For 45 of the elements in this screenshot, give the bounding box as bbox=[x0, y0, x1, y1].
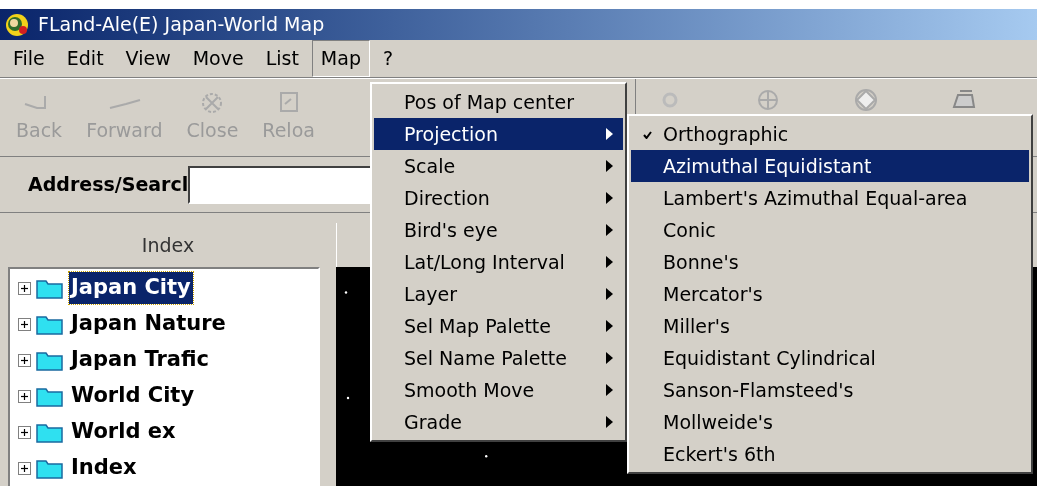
tree-item[interactable]: World City bbox=[69, 380, 197, 412]
menu-item[interactable]: File bbox=[4, 40, 54, 77]
panel-header: Index bbox=[140, 232, 196, 258]
menu-item[interactable]: Map bbox=[311, 40, 370, 77]
menu-item[interactable]: Pos of Map center bbox=[374, 86, 623, 118]
menu-item[interactable]: Direction bbox=[374, 182, 623, 214]
menu-item[interactable]: Equidistant Cylindrical bbox=[631, 342, 1029, 374]
menu-item[interactable]: Lat/Long Interval bbox=[374, 246, 623, 278]
menu-item[interactable]: Move bbox=[183, 40, 253, 77]
tree-item[interactable]: World ex bbox=[69, 416, 178, 448]
menu-item[interactable]: View bbox=[116, 40, 180, 77]
app-icon bbox=[4, 12, 30, 37]
menu-item[interactable]: Bird's eye bbox=[374, 214, 623, 246]
menu-item[interactable]: Edit bbox=[57, 40, 113, 77]
menu-item[interactable]: List bbox=[256, 40, 308, 77]
menu-item[interactable]: Miller's bbox=[631, 310, 1029, 342]
tree-item[interactable]: Japan Nature bbox=[69, 308, 228, 340]
menu-item[interactable]: Orthographic bbox=[631, 118, 1029, 150]
menu-item[interactable]: Mollweide's bbox=[631, 406, 1029, 438]
expand-toggle-icon[interactable] bbox=[18, 317, 31, 331]
menu-item[interactable]: Projection bbox=[374, 118, 623, 150]
expand-toggle-icon[interactable] bbox=[18, 281, 31, 295]
menu-item[interactable]: Mercator's bbox=[631, 278, 1029, 310]
menu-item[interactable]: Bonne's bbox=[631, 246, 1029, 278]
menu-item[interactable]: Layer bbox=[374, 278, 623, 310]
tree-item[interactable]: Index bbox=[69, 452, 139, 484]
menu-item[interactable]: Scale bbox=[374, 150, 623, 182]
menu-item[interactable]: Grade bbox=[374, 406, 623, 438]
tree-item[interactable]: Japan City bbox=[69, 272, 193, 304]
menu-item[interactable]: Eckert's 6th bbox=[631, 438, 1029, 470]
expand-toggle-icon[interactable] bbox=[18, 461, 31, 475]
expand-toggle-icon[interactable] bbox=[18, 425, 31, 439]
menu-item[interactable]: Conic bbox=[631, 214, 1029, 246]
menu-item[interactable]: Sel Map Palette bbox=[374, 310, 623, 342]
address-label: Address/Searcl bbox=[28, 172, 189, 198]
menu-item[interactable]: Sanson-Flamsteed's bbox=[631, 374, 1029, 406]
expand-toggle-icon[interactable] bbox=[18, 389, 31, 403]
menu-item[interactable]: ? bbox=[373, 40, 403, 77]
menu-item[interactable]: Azimuthal Equidistant bbox=[631, 150, 1029, 182]
tree-item[interactable]: Japan Trafic bbox=[69, 344, 211, 376]
expand-toggle-icon[interactable] bbox=[18, 353, 31, 367]
window-title: FLand-Ale(E) Japan-World Map bbox=[38, 12, 325, 38]
menu-item[interactable]: Smooth Move bbox=[374, 374, 623, 406]
menu-item[interactable]: Sel Name Palette bbox=[374, 342, 623, 374]
menu-item[interactable]: Lambert's Azimuthal Equal-area bbox=[631, 182, 1029, 214]
